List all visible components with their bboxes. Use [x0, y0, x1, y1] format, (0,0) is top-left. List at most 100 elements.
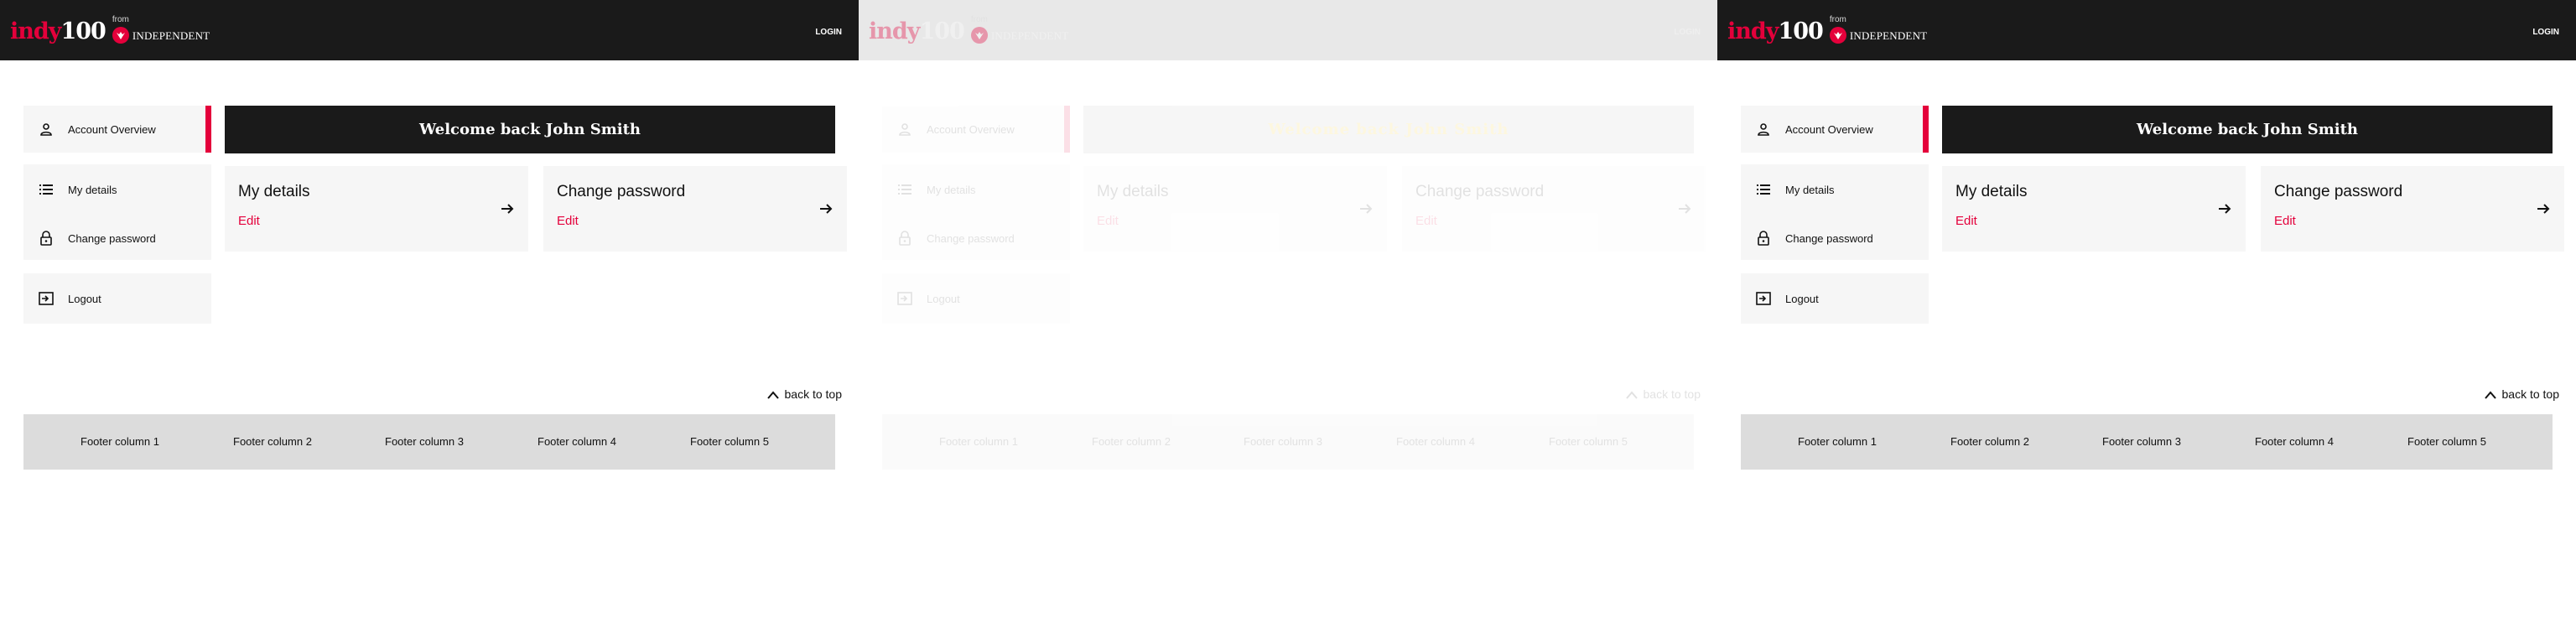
- sidebar-item-logout[interactable]: Logout: [882, 286, 960, 311]
- footer-column-5[interactable]: Footer column 5: [690, 414, 769, 470]
- site-footer: Footer column 1 Footer column 2 Footer c…: [23, 414, 835, 470]
- site-footer: Footer column 1 Footer column 2 Footer c…: [1741, 414, 2553, 470]
- sidebar-item-label: My details: [1785, 183, 1835, 196]
- footer-column-4[interactable]: Footer column 4: [2255, 414, 2334, 470]
- sidebar-item-account-overview[interactable]: Account Overview: [1741, 117, 1873, 142]
- edit-link[interactable]: Edit: [238, 214, 260, 228]
- footer-column-3[interactable]: Footer column 3: [2102, 414, 2181, 470]
- logo-100: 100: [60, 18, 106, 44]
- footer-column-4[interactable]: Footer column 4: [1396, 414, 1475, 470]
- sidebar-item-my-details[interactable]: My details: [1741, 177, 1929, 202]
- account-sidebar: Account Overview My details Change passw…: [1741, 106, 1929, 324]
- card-title: My details: [1955, 183, 2028, 200]
- edit-link[interactable]: Edit: [1955, 214, 1977, 228]
- edit-link[interactable]: Edit: [2274, 214, 2296, 228]
- site-header: indy100 from INDEPENDENT LOGIN: [1717, 0, 2576, 60]
- logo-indy: indy: [1727, 18, 1779, 44]
- site-header: indy100 from INDEPENDENT LOGIN: [859, 0, 1717, 60]
- site-header: indy100 from INDEPENDENT LOGIN: [0, 0, 859, 60]
- eagle-icon: [970, 27, 988, 44]
- account-sidebar: Account Overview My details Change passw…: [882, 106, 1070, 324]
- indy100-logo[interactable]: indy100 from INDEPENDENT: [869, 15, 1088, 45]
- list-icon: [1756, 182, 1771, 197]
- edit-link[interactable]: Edit: [557, 214, 579, 228]
- sidebar-item-label: Change password: [68, 231, 156, 245]
- back-to-top-link[interactable]: back to top: [2484, 387, 2560, 401]
- edit-link[interactable]: Edit: [1415, 214, 1437, 228]
- chevron-up-icon: [2484, 389, 2497, 399]
- edit-link[interactable]: Edit: [1097, 214, 1119, 228]
- my-details-card[interactable]: My details Edit: [225, 166, 528, 252]
- site-footer: Footer column 1 Footer column 2 Footer c…: [882, 414, 1694, 470]
- sidebar-item-change-password[interactable]: Change password: [23, 226, 211, 251]
- sidebar-item-label: Logout: [68, 292, 101, 305]
- change-password-card[interactable]: Change password Edit: [1402, 166, 1706, 252]
- logo-indy: indy: [869, 18, 920, 44]
- independent-brand: from INDEPENDENT: [970, 15, 1088, 45]
- logout-icon: [1756, 291, 1771, 306]
- footer-column-2[interactable]: Footer column 2: [1950, 414, 2029, 470]
- footer-column-1[interactable]: Footer column 1: [1798, 414, 1877, 470]
- list-icon: [39, 182, 54, 197]
- user-icon: [1756, 122, 1771, 137]
- login-link[interactable]: LOGIN: [1674, 28, 1701, 37]
- logout-icon: [897, 291, 912, 306]
- back-to-top-link[interactable]: back to top: [1625, 387, 1701, 401]
- sidebar-item-label: Account Overview: [927, 122, 1015, 136]
- sidebar-block-overview: Account Overview: [882, 106, 1070, 153]
- footer-column-1[interactable]: Footer column 1: [939, 414, 1018, 470]
- from-label: from: [112, 15, 129, 24]
- logout-icon: [39, 291, 54, 306]
- sidebar-item-logout[interactable]: Logout: [23, 286, 101, 311]
- chevron-up-icon: [766, 389, 780, 399]
- sidebar-item-account-overview[interactable]: Account Overview: [882, 117, 1015, 142]
- footer-column-1[interactable]: Footer column 1: [80, 414, 159, 470]
- footer-column-5[interactable]: Footer column 5: [1549, 414, 1628, 470]
- sidebar-item-change-password[interactable]: Change password: [882, 226, 1070, 251]
- active-indicator: [1923, 106, 1929, 153]
- logo-100: 100: [1778, 18, 1823, 44]
- sidebar-item-label: Logout: [1785, 292, 1819, 305]
- list-icon: [897, 182, 912, 197]
- lock-icon: [39, 231, 54, 246]
- arrow-right-icon: [818, 201, 834, 216]
- footer-column-4[interactable]: Footer column 4: [538, 414, 616, 470]
- footer-column-2[interactable]: Footer column 2: [1092, 414, 1171, 470]
- footer-column-3[interactable]: Footer column 3: [1244, 414, 1322, 470]
- sidebar-item-label: Logout: [927, 292, 960, 305]
- my-details-card[interactable]: My details Edit: [1083, 166, 1387, 252]
- sidebar-item-my-details[interactable]: My details: [23, 177, 211, 202]
- sidebar-block-settings: My details Change password: [23, 164, 211, 260]
- sidebar-block-overview: Account Overview: [23, 106, 211, 153]
- sidebar-item-my-details[interactable]: My details: [882, 177, 1070, 202]
- login-link[interactable]: LOGIN: [2532, 28, 2559, 37]
- arrow-right-icon: [500, 201, 515, 216]
- footer-column-5[interactable]: Footer column 5: [2407, 414, 2486, 470]
- screenshot-panels: indy100 from INDEPENDENT LOGIN Account O…: [0, 0, 2576, 644]
- back-to-top-label: back to top: [2501, 387, 2560, 401]
- sidebar-item-logout[interactable]: Logout: [1741, 286, 1819, 311]
- panel-faded: indy100 from INDEPENDENT LOGIN Account O…: [859, 0, 1717, 644]
- indy100-logo[interactable]: indy100 from INDEPENDENT: [10, 15, 230, 45]
- footer-column-3[interactable]: Footer column 3: [385, 414, 464, 470]
- eagle-icon: [112, 27, 129, 44]
- sidebar-block-settings: My details Change password: [1741, 164, 1929, 260]
- change-password-card[interactable]: Change password Edit: [543, 166, 847, 252]
- logo-100: 100: [919, 18, 964, 44]
- active-indicator: [205, 106, 211, 153]
- change-password-card[interactable]: Change password Edit: [2261, 166, 2564, 252]
- card-title: Change password: [1415, 183, 1545, 200]
- user-icon: [39, 122, 54, 137]
- footer-column-2[interactable]: Footer column 2: [233, 414, 312, 470]
- arrow-right-icon: [2217, 201, 2232, 216]
- back-to-top-link[interactable]: back to top: [766, 387, 842, 401]
- sidebar-block-logout: Logout: [882, 273, 1070, 324]
- independent-wordmark: INDEPENDENT: [990, 29, 1069, 42]
- login-link[interactable]: LOGIN: [815, 28, 842, 37]
- chevron-up-icon: [1625, 389, 1639, 399]
- sidebar-item-change-password[interactable]: Change password: [1741, 226, 1929, 251]
- active-indicator: [1064, 106, 1070, 153]
- sidebar-item-account-overview[interactable]: Account Overview: [23, 117, 156, 142]
- my-details-card[interactable]: My details Edit: [1942, 166, 2246, 252]
- indy100-logo[interactable]: indy100 from INDEPENDENT: [1727, 15, 1947, 45]
